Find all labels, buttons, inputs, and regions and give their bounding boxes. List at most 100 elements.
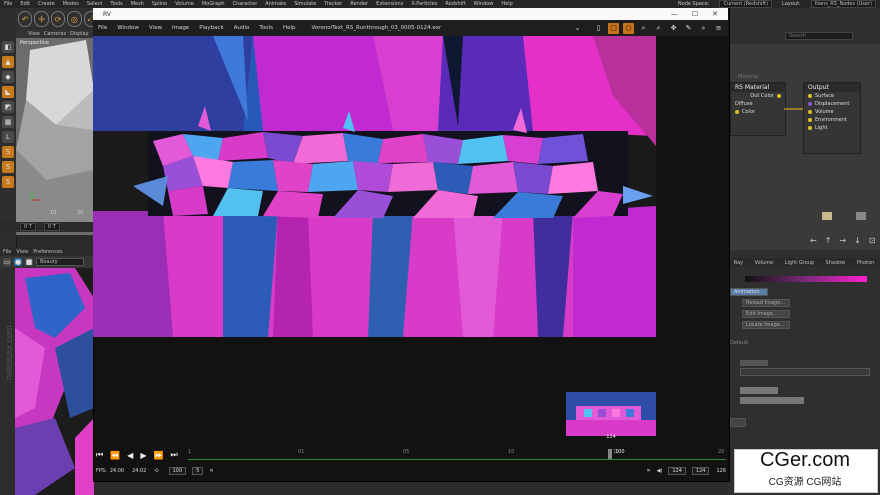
tab-ray[interactable]: Ray	[734, 260, 743, 266]
pv-menu-preferences[interactable]: Preferences	[33, 249, 62, 255]
range-start-input[interactable]: 124	[668, 467, 686, 475]
color-picker-icon[interactable]: ✎	[683, 23, 694, 34]
menu-xparticles[interactable]: X-Particles	[407, 1, 441, 7]
move-icon[interactable]: ✛	[34, 11, 49, 27]
animation-button[interactable]: Animation	[730, 288, 768, 296]
menu-animate[interactable]: Animate	[261, 1, 290, 7]
rv-menu-playback[interactable]: Playback	[194, 25, 229, 31]
in-frame-input[interactable]: 100	[168, 467, 187, 475]
snap-settings-icon[interactable]: S	[2, 161, 14, 173]
3d-viewport[interactable]	[16, 30, 94, 235]
attribute-slider-c[interactable]	[740, 397, 804, 404]
coord-field-a[interactable]: 0 T	[20, 223, 36, 231]
menu-select[interactable]: Select	[83, 1, 106, 7]
step-forward-icon[interactable]: ⏩	[153, 451, 163, 460]
attribute-dropdown[interactable]	[740, 368, 870, 376]
tab-shadow[interactable]: Shadow	[826, 260, 846, 266]
loop-icon[interactable]: ⟲	[154, 468, 158, 474]
polygon-icon[interactable]: ◆	[2, 71, 14, 83]
coord-field-b[interactable]: 0 T	[43, 223, 60, 231]
ellipse-select-icon[interactable]: ○	[623, 22, 634, 34]
audio-icon[interactable]: ◀)	[657, 468, 663, 474]
gradient-preview[interactable]	[745, 276, 867, 282]
texture-icon[interactable]: ▦	[2, 116, 14, 128]
menu-create[interactable]: Create	[34, 1, 59, 7]
snap-icon[interactable]: S	[2, 146, 14, 158]
axis-icon[interactable]: L	[2, 131, 14, 143]
menu-modes[interactable]: Modes	[59, 1, 83, 7]
zoom-out-icon[interactable]: ⌕	[653, 23, 664, 34]
rv-menu-view[interactable]: View	[144, 25, 167, 31]
edit-image-button[interactable]: Edit Image...	[742, 310, 790, 318]
rv-filename[interactable]: VoronoiText_RS_Runthrough_03_0005-0124.e…	[307, 25, 447, 31]
edge-icon[interactable]: ◣	[2, 86, 14, 98]
volume-port-icon[interactable]	[808, 110, 812, 114]
locate-image-button[interactable]: Locate Image...	[742, 321, 790, 329]
environment-port-icon[interactable]	[808, 118, 812, 122]
go-end-icon[interactable]: ⏭	[170, 450, 177, 460]
menu-help[interactable]: Help	[497, 1, 516, 7]
rv-render-image[interactable]	[93, 36, 656, 337]
menu-volume[interactable]: Volume	[171, 1, 198, 7]
displacement-port-icon[interactable]	[808, 102, 812, 106]
viewport-menu-display[interactable]: Display	[70, 31, 88, 37]
node-output[interactable]: Output Surface Displacement Volume Envir…	[803, 82, 861, 154]
diffuse-section-label[interactable]: Diffuse	[735, 101, 753, 107]
rect-select-icon[interactable]: □	[608, 22, 619, 34]
phone-icon[interactable]: ▯	[593, 23, 604, 34]
menu-character[interactable]: Character	[229, 1, 262, 7]
viewport-menu-cameras[interactable]: Cameras	[44, 31, 66, 37]
range-end-input[interactable]: 124	[691, 467, 710, 475]
workplane-icon[interactable]: S	[2, 176, 14, 188]
menu-tools[interactable]: Tools	[106, 1, 126, 7]
undo-icon[interactable]: ↶	[18, 11, 33, 27]
menu-spline[interactable]: Spline	[148, 1, 171, 7]
nav-down-icon[interactable]: ↓	[854, 236, 861, 245]
chevron-down-icon[interactable]: ⌄	[572, 23, 583, 34]
nav-up-icon[interactable]: ↑	[825, 236, 832, 245]
maximize-icon[interactable]: ☐	[692, 10, 698, 18]
go-start-icon[interactable]: ⏮	[96, 450, 103, 460]
nav-lock-icon[interactable]: ⊡	[869, 236, 876, 245]
reload-image-button[interactable]: Reload Image...	[742, 299, 790, 307]
rv-menu-tools[interactable]: Tools	[254, 25, 278, 31]
playhead-handle[interactable]	[608, 449, 612, 459]
menu-tracker[interactable]: Tracker	[320, 1, 346, 7]
nav-right-icon[interactable]: →	[839, 236, 846, 245]
play-icon[interactable]: ▶	[140, 451, 146, 460]
nav-left-icon[interactable]: ←	[810, 236, 817, 245]
live-selection-icon[interactable]: ◎	[67, 11, 82, 27]
close-range-icon[interactable]: ✕	[646, 468, 650, 474]
menu-file[interactable]: File	[0, 1, 16, 7]
cone-icon[interactable]: ▲	[2, 56, 14, 68]
menu-redshift[interactable]: Redshift	[441, 1, 469, 7]
node-search-input[interactable]: Search	[785, 32, 853, 40]
viewport-menu-view[interactable]: View	[28, 31, 40, 37]
rotate-icon[interactable]: ⟳	[50, 11, 66, 27]
attribute-select-small[interactable]	[730, 418, 746, 427]
menu-icon[interactable]: ≡	[713, 23, 724, 34]
surface-port-icon[interactable]	[808, 94, 812, 98]
rv-menu-file[interactable]: File	[93, 25, 112, 31]
menu-mograph[interactable]: MoGraph	[198, 1, 229, 7]
pan-icon[interactable]: ✥	[668, 23, 679, 34]
step-input[interactable]: 5	[192, 467, 204, 475]
clear-icon[interactable]: ✕	[209, 468, 213, 474]
aov-select[interactable]: Beauty	[36, 258, 84, 266]
point-icon[interactable]: ◩	[2, 101, 14, 113]
minimize-icon[interactable]: —	[671, 10, 678, 18]
attribute-slider-a[interactable]	[740, 360, 768, 366]
rv-menu-image[interactable]: Image	[167, 25, 194, 31]
menu-mesh[interactable]: Mesh	[127, 1, 148, 7]
out-color-port-icon[interactable]	[777, 94, 781, 98]
menu-render[interactable]: Render	[346, 1, 372, 7]
color-port-icon[interactable]	[735, 110, 739, 114]
light-port-icon[interactable]	[808, 126, 812, 130]
pv-menu-view[interactable]: View	[16, 249, 28, 255]
tab-light-group[interactable]: Light Group	[785, 260, 814, 266]
close-icon[interactable]: ✕	[712, 10, 718, 18]
rv-menu-audio[interactable]: Audio	[229, 25, 255, 31]
pv-menu-file[interactable]: File	[3, 249, 11, 255]
pv-render-icon[interactable]: ●	[14, 258, 22, 266]
layout-select[interactable]: Ilians_RS_Nodes (User)	[810, 0, 876, 8]
